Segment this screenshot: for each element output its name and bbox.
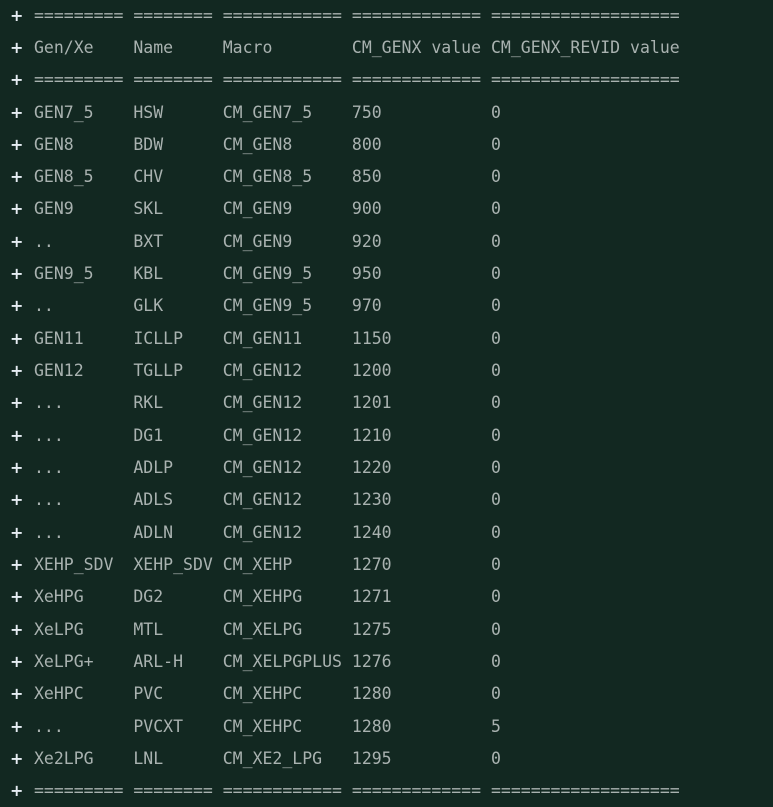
diff-line-row: + XeLPG+ ARL-H CM_XELPGPLUS 1276 0 <box>0 646 773 678</box>
plus-icon: + <box>10 393 24 412</box>
plus-icon: + <box>10 70 24 89</box>
plus-icon: + <box>10 749 24 768</box>
diff-line-row: + GEN9_5 KBL CM_GEN9_5 950 0 <box>0 258 773 290</box>
plus-icon: + <box>10 717 24 736</box>
plus-icon: + <box>10 329 24 348</box>
line-text: GEN9 SKL CM_GEN9 900 0 <box>34 199 501 218</box>
plus-icon: + <box>10 458 24 477</box>
diff-view: + ========= ======== ============ =======… <box>0 0 773 800</box>
line-text: ========= ======== ============ ========… <box>34 70 680 89</box>
diff-line-row: + ... ADLS CM_GEN12 1230 0 <box>0 484 773 516</box>
plus-icon: + <box>10 781 24 800</box>
diff-line-row: + ... RKL CM_GEN12 1201 0 <box>0 387 773 419</box>
plus-icon: + <box>10 264 24 283</box>
line-text: ========= ======== ============ ========… <box>34 781 680 800</box>
diff-line-row: + GEN8_5 CHV CM_GEN8_5 850 0 <box>0 161 773 193</box>
line-text: GEN8_5 CHV CM_GEN8_5 850 0 <box>34 167 501 186</box>
diff-line-row: + XeHPC PVC CM_XEHPC 1280 0 <box>0 678 773 710</box>
diff-line-separator: + ========= ======== ============ =======… <box>0 0 773 32</box>
line-text: GEN12 TGLLP CM_GEN12 1200 0 <box>34 361 501 380</box>
line-text: ========= ======== ============ ========… <box>34 6 680 25</box>
line-text: ... DG1 CM_GEN12 1210 0 <box>34 426 501 445</box>
diff-line-row: + XEHP_SDV XEHP_SDV CM_XEHP 1270 0 <box>0 549 773 581</box>
plus-icon: + <box>10 296 24 315</box>
diff-line-row: + GEN12 TGLLP CM_GEN12 1200 0 <box>0 355 773 387</box>
line-text: ... ADLN CM_GEN12 1240 0 <box>34 523 501 542</box>
line-text: XeHPG DG2 CM_XEHPG 1271 0 <box>34 587 501 606</box>
plus-icon: + <box>10 135 24 154</box>
line-text: ... RKL CM_GEN12 1201 0 <box>34 393 501 412</box>
plus-icon: + <box>10 652 24 671</box>
line-text: XeLPG MTL CM_XELPG 1275 0 <box>34 620 501 639</box>
line-text: GEN11 ICLLP CM_GEN11 1150 0 <box>34 329 501 348</box>
diff-line-row: + XeHPG DG2 CM_XEHPG 1271 0 <box>0 581 773 613</box>
line-text: ... ADLS CM_GEN12 1230 0 <box>34 490 501 509</box>
line-text: Xe2LPG LNL CM_XE2_LPG 1295 0 <box>34 749 501 768</box>
diff-line-separator: + ========= ======== ============ =======… <box>0 775 773 807</box>
plus-icon: + <box>10 587 24 606</box>
plus-icon: + <box>10 38 24 57</box>
diff-line-row: + XeLPG MTL CM_XELPG 1275 0 <box>0 614 773 646</box>
diff-line-row: + ... ADLP CM_GEN12 1220 0 <box>0 452 773 484</box>
diff-line-row: + ... DG1 CM_GEN12 1210 0 <box>0 420 773 452</box>
diff-line-row: + GEN11 ICLLP CM_GEN11 1150 0 <box>0 323 773 355</box>
line-text: XEHP_SDV XEHP_SDV CM_XEHP 1270 0 <box>34 555 501 574</box>
plus-icon: + <box>10 6 24 25</box>
plus-icon: + <box>10 523 24 542</box>
plus-icon: + <box>10 490 24 509</box>
diff-line-row: + ... PVCXT CM_XEHPC 1280 5 <box>0 711 773 743</box>
diff-line-separator: + ========= ======== ============ =======… <box>0 64 773 96</box>
diff-line-header: + Gen/Xe Name Macro CM_GENX value CM_GENX… <box>0 32 773 64</box>
line-text: Gen/Xe Name Macro CM_GENX value CM_GENX_… <box>34 38 680 57</box>
diff-line-row: + Xe2LPG LNL CM_XE2_LPG 1295 0 <box>0 743 773 775</box>
line-text: GEN8 BDW CM_GEN8 800 0 <box>34 135 501 154</box>
plus-icon: + <box>10 199 24 218</box>
line-text: GEN7_5 HSW CM_GEN7_5 750 0 <box>34 103 501 122</box>
diff-line-row: + .. BXT CM_GEN9 920 0 <box>0 226 773 258</box>
plus-icon: + <box>10 426 24 445</box>
line-text: ... ADLP CM_GEN12 1220 0 <box>34 458 501 477</box>
plus-icon: + <box>10 620 24 639</box>
plus-icon: + <box>10 167 24 186</box>
diff-line-row: + .. GLK CM_GEN9_5 970 0 <box>0 290 773 322</box>
plus-icon: + <box>10 232 24 251</box>
plus-icon: + <box>10 103 24 122</box>
line-text: .. BXT CM_GEN9 920 0 <box>34 232 501 251</box>
plus-icon: + <box>10 361 24 380</box>
line-text: XeHPC PVC CM_XEHPC 1280 0 <box>34 684 501 703</box>
line-text: ... PVCXT CM_XEHPC 1280 5 <box>34 717 501 736</box>
plus-icon: + <box>10 555 24 574</box>
plus-icon: + <box>10 684 24 703</box>
line-text: XeLPG+ ARL-H CM_XELPGPLUS 1276 0 <box>34 652 501 671</box>
line-text: .. GLK CM_GEN9_5 970 0 <box>34 296 501 315</box>
diff-line-row: + GEN9 SKL CM_GEN9 900 0 <box>0 193 773 225</box>
diff-line-row: + ... ADLN CM_GEN12 1240 0 <box>0 517 773 549</box>
diff-line-row: + GEN7_5 HSW CM_GEN7_5 750 0 <box>0 97 773 129</box>
diff-line-row: + GEN8 BDW CM_GEN8 800 0 <box>0 129 773 161</box>
line-text: GEN9_5 KBL CM_GEN9_5 950 0 <box>34 264 501 283</box>
